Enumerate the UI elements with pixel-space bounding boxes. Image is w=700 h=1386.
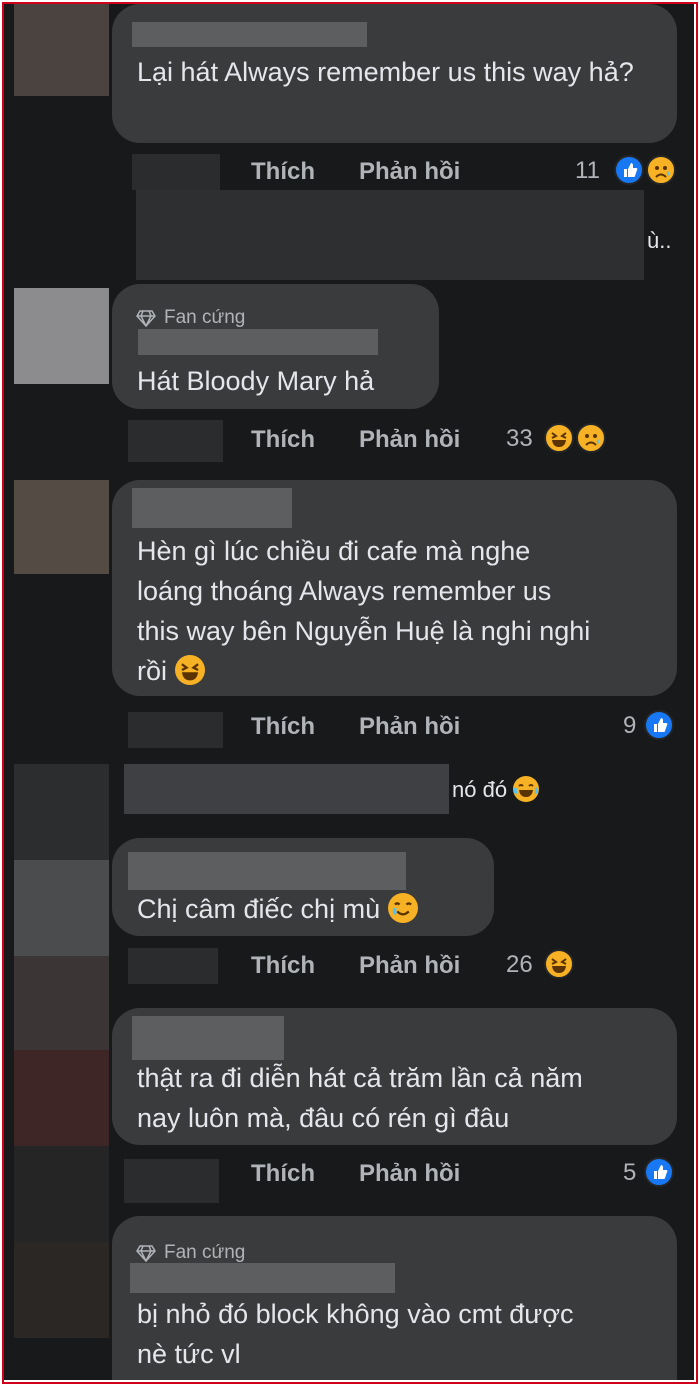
comment-bubble: Fan cứng bị nhỏ đó block không vào cmt đ…	[112, 1216, 677, 1380]
laughing-emoji-icon	[174, 655, 205, 685]
blurred-author-name[interactable]	[132, 1016, 284, 1060]
avatar[interactable]	[14, 860, 109, 956]
blurred-timestamp	[128, 948, 218, 984]
avatar[interactable]	[14, 1050, 109, 1146]
blurred-timestamp	[128, 420, 223, 462]
teary-smile-emoji-icon	[387, 893, 418, 923]
reply-button[interactable]: Phản hồi	[359, 426, 460, 454]
sad-reaction-icon	[646, 155, 676, 185]
comments-panel: Lại hát Always remember us this way hả? …	[4, 4, 694, 1380]
avatar[interactable]	[14, 1146, 109, 1242]
like-button[interactable]: Thích	[251, 952, 315, 980]
like-button[interactable]: Thích	[251, 713, 315, 741]
like-reaction-icon	[614, 155, 644, 185]
reply-preview-tail: ù..	[647, 228, 672, 253]
like-button[interactable]: Thích	[251, 426, 315, 454]
blurred-author-name[interactable]	[132, 488, 292, 528]
haha-reaction-icon	[544, 423, 574, 453]
comment-text: Hát Bloody Mary hả	[137, 366, 375, 396]
comment-text-line: this way bên Nguyễn Huệ là nghi nghi	[137, 616, 591, 646]
haha-reaction-icon	[544, 949, 574, 979]
diamond-icon	[136, 310, 156, 327]
blurred-mention[interactable]	[124, 764, 449, 814]
blurred-author-name[interactable]	[130, 1263, 395, 1293]
reaction-count[interactable]: 33	[506, 425, 533, 453]
blurred-reply-preview[interactable]	[136, 190, 644, 280]
comment-text-line: Hèn gì lúc chiều đi cafe mà nghe	[137, 536, 531, 566]
comment-bubble: Chị câm điếc chị mù	[112, 838, 494, 936]
avatar[interactable]	[14, 480, 109, 574]
reply-button[interactable]: Phản hồi	[359, 952, 460, 980]
comment-bubble: Fan cứng Hát Bloody Mary hả	[112, 284, 439, 409]
like-button[interactable]: Thích	[251, 1160, 315, 1188]
reply-button[interactable]: Phản hồi	[359, 713, 460, 741]
avatar[interactable]	[14, 956, 109, 1050]
mention-text: nó đó	[452, 776, 540, 803]
comment-bubble: Lại hát Always remember us this way hả?	[112, 4, 677, 143]
like-reaction-icon	[644, 710, 674, 740]
reaction-count[interactable]: 26	[506, 951, 533, 979]
like-reaction-icon	[644, 1157, 674, 1187]
avatar[interactable]	[14, 4, 109, 96]
comment-text-line: loáng thoáng Always remember us	[137, 576, 552, 606]
comment-text-line: thật ra đi diễn hát cả trăm lần cả năm	[137, 1063, 583, 1093]
diamond-icon	[136, 1245, 156, 1262]
blurred-author-name[interactable]	[132, 22, 367, 47]
reply-button[interactable]: Phản hồi	[359, 158, 460, 186]
reaction-count[interactable]: 9	[623, 712, 636, 740]
comment-text: Lại hát Always remember us this way hả?	[137, 57, 634, 87]
reaction-count[interactable]: 11	[575, 157, 600, 185]
blurred-timestamp	[124, 1159, 219, 1203]
blurred-author-name[interactable]	[128, 852, 406, 890]
tears-of-joy-emoji-icon	[513, 776, 540, 802]
blurred-timestamp	[128, 712, 223, 748]
blurred-timestamp	[132, 154, 220, 190]
comment-bubble: Hèn gì lúc chiều đi cafe mà nghe loáng t…	[112, 480, 677, 696]
avatar[interactable]	[14, 764, 109, 860]
reply-button[interactable]: Phản hồi	[359, 1160, 460, 1188]
comment-text: Chị câm điếc chị mù	[137, 889, 418, 929]
comment-text-line: nay luôn mà, đâu có rén gì đâu	[137, 1103, 510, 1133]
avatar[interactable]	[14, 288, 109, 384]
like-button[interactable]: Thích	[251, 158, 315, 186]
comment-text-line: nè tức vl	[137, 1339, 241, 1369]
avatar[interactable]	[14, 1242, 109, 1338]
comment-bubble: thật ra đi diễn hát cả trăm lần cả năm n…	[112, 1008, 677, 1145]
comment-text-line: rồi	[137, 651, 205, 691]
comment-text-line: bị nhỏ đó block không vào cmt được	[137, 1299, 574, 1329]
sad-reaction-icon	[576, 423, 606, 453]
reaction-count[interactable]: 5	[623, 1159, 636, 1187]
blurred-author-name[interactable]	[138, 329, 378, 355]
